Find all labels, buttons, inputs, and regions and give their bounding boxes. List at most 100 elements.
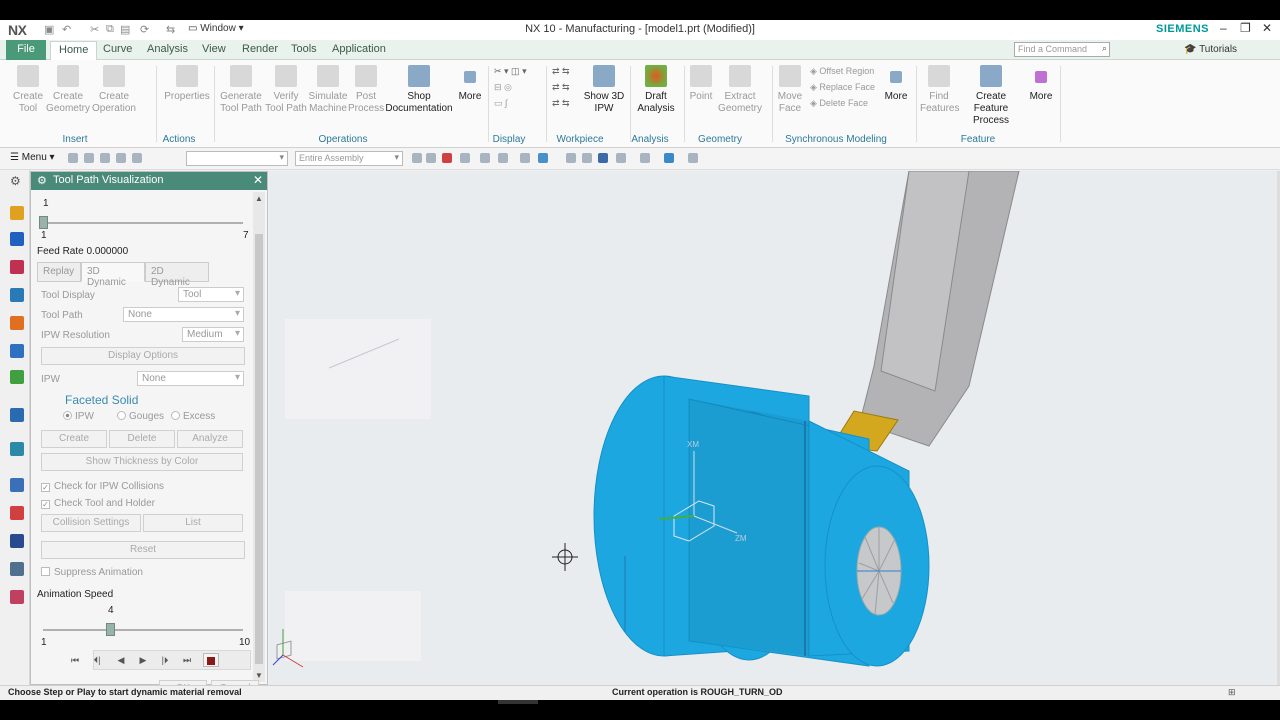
check-ipw-collisions-checkbox[interactable]: ✓ Check for IPW Collisions	[41, 481, 164, 492]
group-workpiece[interactable]: Workpiece	[556, 134, 604, 145]
tab-application[interactable]: Application	[332, 43, 386, 55]
delete-face-button[interactable]: ◈ Delete Face	[810, 98, 868, 109]
post-process-button[interactable]: Post Process	[348, 65, 384, 115]
view-icon[interactable]	[640, 153, 650, 163]
snap-icon[interactable]	[498, 153, 508, 163]
workpiece-tools-row[interactable]: ⇄ ⇆	[552, 98, 570, 109]
snap-icon[interactable]	[426, 153, 436, 163]
dialog-scrollbar[interactable]: ▲ ▼	[253, 192, 265, 682]
dialog-scroll-thumb[interactable]	[255, 234, 263, 664]
machine-tool-navigator-icon[interactable]	[10, 232, 24, 246]
view-icon[interactable]	[566, 153, 576, 163]
extract-geometry-button[interactable]: Extract Geometry	[716, 65, 764, 115]
create-button[interactable]: Create	[41, 430, 107, 448]
tool-path-navigator-icon[interactable]	[10, 288, 24, 302]
view-icon[interactable]	[688, 153, 698, 163]
history-icon[interactable]	[10, 478, 24, 492]
view-icon[interactable]	[582, 153, 592, 163]
step-back-icon[interactable]: ⏴|	[89, 653, 105, 667]
snap-icon[interactable]	[538, 153, 548, 163]
graphics-viewport[interactable]: XM ZM	[269, 171, 1277, 685]
dialog-close-icon[interactable]: ✕	[253, 173, 263, 187]
simulate-machine-button[interactable]: Simulate Machine	[308, 65, 348, 115]
feature-navigator-icon[interactable]	[10, 260, 24, 274]
web-browser-icon[interactable]	[10, 408, 24, 422]
draft-analysis-button[interactable]: Draft Analysis	[634, 65, 678, 115]
collision-settings-button[interactable]: Collision Settings	[41, 514, 141, 532]
tool-path-select[interactable]: None	[123, 307, 244, 322]
part-navigator-icon[interactable]	[10, 344, 24, 358]
tab-replay[interactable]: Replay	[37, 262, 81, 282]
type-filter-dropdown[interactable]	[186, 151, 288, 166]
move-face-button[interactable]: Move Face	[776, 65, 804, 115]
system-scenes-icon[interactable]	[10, 562, 24, 576]
reuse-library-icon[interactable]	[10, 370, 24, 384]
selection-tool-icon[interactable]	[100, 153, 110, 163]
tab-file[interactable]: File	[6, 40, 46, 60]
minimize-button[interactable]: –	[1220, 21, 1227, 35]
tab-home[interactable]: Home	[50, 41, 98, 61]
palette-icon[interactable]	[10, 442, 24, 456]
workpiece-tools-row[interactable]: ⇄ ⇆	[552, 82, 570, 93]
tab-view[interactable]: View	[202, 43, 226, 55]
go-to-start-icon[interactable]: ⏮	[67, 653, 83, 667]
restore-button[interactable]: ❐	[1240, 21, 1251, 35]
selection-tool-icon[interactable]	[132, 153, 142, 163]
generate-tool-path-button[interactable]: Generate Tool Path	[218, 65, 264, 115]
reset-button[interactable]: Reset	[41, 541, 245, 559]
properties-button[interactable]: Properties	[164, 65, 210, 103]
group-synchronous-modeling[interactable]: Synchronous Modeling	[784, 134, 888, 145]
tool-display-select[interactable]: Tool	[178, 287, 244, 302]
replace-face-button[interactable]: ◈ Replace Face	[810, 82, 875, 93]
group-geometry[interactable]: Geometry	[696, 134, 744, 145]
snap-icon[interactable]	[520, 153, 530, 163]
step-slider-thumb[interactable]	[39, 216, 48, 229]
tab-3d-dynamic[interactable]: 3D Dynamic	[81, 262, 145, 288]
group-insert[interactable]: Insert	[40, 134, 110, 145]
group-operations[interactable]: Operations	[300, 134, 386, 145]
snap-icon[interactable]	[460, 153, 470, 163]
show-thickness-by-color-button[interactable]: Show Thickness by Color	[41, 453, 243, 471]
play-backward-icon[interactable]: ◀	[113, 653, 129, 667]
step-forward-icon[interactable]: |⏵	[157, 653, 173, 667]
snap-icon[interactable]	[442, 153, 452, 163]
view-icon[interactable]	[664, 153, 674, 163]
find-features-button[interactable]: Find Features	[920, 65, 959, 115]
list-button[interactable]: List	[143, 514, 243, 532]
tab-curve[interactable]: Curve	[103, 43, 132, 55]
step-slider-track[interactable]	[43, 222, 243, 224]
suppress-animation-checkbox[interactable]: Suppress Animation	[41, 567, 143, 578]
show-3d-ipw-button[interactable]: Show 3D IPW	[582, 65, 626, 115]
ipw-resolution-select[interactable]: Medium	[182, 327, 244, 342]
scroll-up-icon[interactable]: ▲	[255, 194, 263, 203]
workpiece-tools-row[interactable]: ⇄ ⇆	[552, 66, 570, 77]
analyze-button[interactable]: Analyze	[177, 430, 243, 448]
radio-ipw[interactable]: IPW	[63, 411, 94, 422]
create-tool-button[interactable]: Create Tool	[10, 65, 46, 115]
assembly-navigator-icon[interactable]	[10, 316, 24, 330]
display-options-button[interactable]: Display Options	[41, 347, 245, 365]
manufacturing-wizard-icon[interactable]	[10, 590, 24, 604]
display-tools-row[interactable]: ⊟ ◎	[494, 82, 512, 93]
process-studio-icon[interactable]	[10, 506, 24, 520]
tutorials-link[interactable]: 🎓 Tutorials	[1184, 44, 1237, 55]
close-button[interactable]: ✕	[1262, 21, 1272, 35]
tab-2d-dynamic[interactable]: 2D Dynamic	[145, 262, 209, 288]
radio-excess[interactable]: Excess	[171, 411, 215, 422]
shop-documentation-button[interactable]: Shop Documentation	[384, 65, 454, 115]
settings-gear-icon[interactable]: ⚙	[10, 174, 24, 188]
group-actions[interactable]: Actions	[156, 134, 202, 145]
tab-analysis[interactable]: Analysis	[147, 43, 188, 55]
play-forward-icon[interactable]: ▶	[135, 653, 151, 667]
stop-icon[interactable]	[203, 653, 219, 667]
ipw-select[interactable]: None	[137, 371, 244, 386]
create-operation-button[interactable]: Create Operation	[92, 65, 136, 115]
animation-speed-track[interactable]	[43, 629, 243, 631]
operations-more-button[interactable]: More	[456, 65, 484, 103]
group-feature[interactable]: Feature	[958, 134, 998, 145]
tab-tools[interactable]: Tools	[291, 43, 317, 55]
view-icon[interactable]	[616, 153, 626, 163]
roles-icon[interactable]	[10, 534, 24, 548]
feature-more-button[interactable]: More	[1026, 65, 1056, 103]
group-display[interactable]: Display	[488, 134, 530, 145]
